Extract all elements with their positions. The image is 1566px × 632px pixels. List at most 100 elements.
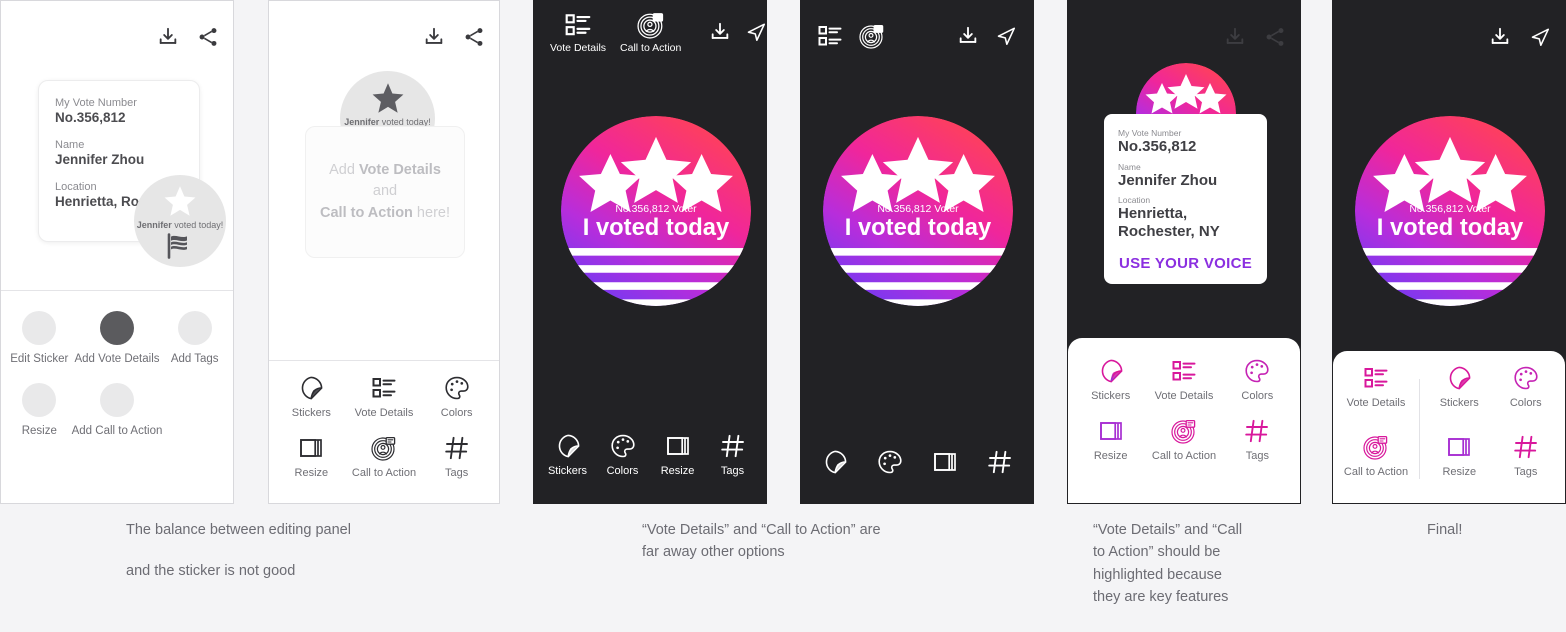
screen6-tool-panel: Vote Details Call to Action Stickers Col… — [1333, 351, 1565, 503]
tool-add-call-to-action[interactable]: Add Call to Action — [72, 383, 162, 437]
vote-details-card: My Vote Number No.356,812 Name Jennifer … — [1104, 114, 1267, 284]
hash-icon — [1244, 418, 1270, 444]
download-icon[interactable] — [1224, 26, 1246, 48]
megaphone-icon — [371, 435, 397, 461]
tool-colors[interactable] — [862, 449, 917, 475]
resize-icon — [1098, 418, 1124, 444]
palette-icon — [877, 449, 903, 475]
tool-resize[interactable]: Resize — [275, 435, 348, 479]
screen5-tool-panel: Stickers Vote Details Colors Resize Call… — [1068, 338, 1300, 503]
tool-tags[interactable]: Tags — [420, 435, 493, 479]
sticker-name: Jennifer — [136, 219, 172, 230]
palette-icon — [1244, 358, 1270, 384]
location-line-1: Henrietta, — [1118, 205, 1188, 223]
tool-label: Colors — [1241, 390, 1274, 402]
resize-icon — [298, 435, 324, 461]
tool-resize[interactable]: Resize — [1426, 434, 1493, 493]
tool-resize[interactable] — [917, 449, 972, 475]
download-icon[interactable] — [1489, 26, 1511, 48]
screen-2-frame: Jennifer voted today! Add Vote Details a… — [268, 0, 500, 504]
tool-vote-details[interactable]: Vote Details — [1337, 365, 1415, 424]
placeholder-sticker[interactable]: Jennifer voted today! — [134, 175, 226, 267]
tool-call-to-action[interactable]: Call to Action — [1337, 434, 1415, 493]
tool-label: Vote Details — [354, 407, 414, 419]
tool-label: Stickers — [1091, 390, 1131, 402]
tool-label: Vote Details — [1346, 397, 1406, 409]
screen1-tool-panel: Edit Sticker Add Vote Details Add Tags R… — [1, 290, 233, 503]
share-icon[interactable] — [1264, 26, 1286, 48]
send-icon[interactable] — [1529, 26, 1551, 48]
sticker-suffix: voted today! — [171, 219, 224, 230]
list-icon[interactable] — [817, 23, 843, 49]
sticker-icon — [555, 433, 581, 459]
caption-line: far away other options — [642, 544, 785, 561]
tool-resize[interactable]: Resize — [7, 383, 72, 437]
megaphone-icon[interactable] — [859, 23, 885, 49]
caption-screen-3: “Vote Details” and “Call to Action” are … — [642, 519, 962, 564]
tool-add-tags[interactable]: Add Tags — [162, 311, 227, 365]
tool-resize[interactable]: Resize — [650, 433, 705, 477]
tool-stickers[interactable]: Stickers — [540, 433, 595, 477]
tool-colors[interactable]: Colors — [1221, 358, 1294, 402]
tool-call-to-action[interactable]: Call to Action — [1147, 418, 1220, 462]
placeholder-line-1: Add Vote Details — [329, 160, 441, 181]
tool-stickers[interactable] — [807, 449, 862, 475]
download-icon[interactable] — [709, 21, 731, 43]
send-icon[interactable] — [745, 21, 767, 43]
screen3-topbar: Vote Details Call to Action — [534, 1, 766, 63]
call-to-action-text[interactable]: USE YOUR VOICE — [1118, 255, 1253, 272]
tool-stickers[interactable]: Stickers — [1074, 358, 1147, 402]
tool-label: Colors — [606, 465, 639, 477]
send-icon[interactable] — [995, 25, 1017, 47]
placeholder-line1-pre: Add — [329, 162, 359, 179]
tool-vote-details[interactable]: Vote Details — [348, 375, 421, 419]
screen-3-frame: Vote Details Call to Action No.356,812 V… — [533, 0, 767, 504]
secondary-tool-group: Stickers Colors Resize Tags — [1420, 365, 1565, 493]
palette-icon — [610, 433, 636, 459]
tool-colors[interactable]: Colors — [1493, 365, 1560, 424]
caption-line: they are key features — [1093, 589, 1229, 606]
tool-colors[interactable]: Colors — [420, 375, 493, 419]
placeholder-line-2: and — [372, 183, 398, 200]
screen-6-frame: No.356,812 Voter I voted today Vote Deta… — [1332, 0, 1566, 504]
tool-add-vote-details[interactable]: Add Vote Details — [72, 311, 163, 365]
caption-line: The balance between editing panel — [126, 522, 351, 538]
tool-stickers[interactable]: Stickers — [275, 375, 348, 419]
voted-sticker[interactable]: No.356,812 Voter I voted today — [823, 116, 1013, 306]
tool-label: Resize — [660, 465, 695, 477]
sticker-icon — [822, 449, 848, 475]
name-label: Name — [1118, 161, 1141, 172]
tool-label: Add Tags — [170, 353, 219, 365]
tool-label: Tags — [1514, 466, 1538, 478]
tool-vote-details[interactable]: Vote Details — [1147, 358, 1220, 402]
flag-icon — [165, 233, 195, 259]
tool-tags[interactable]: Tags — [1221, 418, 1294, 462]
placeholder-sticker-text: Jennifer voted today! — [137, 220, 224, 230]
tool-tags[interactable]: Tags — [1493, 434, 1560, 493]
list-icon — [371, 375, 397, 401]
tool-resize[interactable]: Resize — [1074, 418, 1147, 462]
download-icon[interactable] — [157, 26, 179, 48]
caption-screen-5: “Vote Details” and “Call to Action” shou… — [1093, 519, 1308, 609]
tool-call-to-action[interactable]: Call to Action — [348, 435, 421, 479]
download-icon[interactable] — [957, 25, 979, 47]
tool-colors[interactable]: Colors — [595, 433, 650, 477]
topbar-tool-vote-details[interactable]: Vote Details — [550, 11, 606, 54]
share-icon[interactable] — [197, 26, 219, 48]
hash-icon — [720, 433, 746, 459]
tool-tags[interactable]: Tags — [705, 433, 760, 477]
tool-label: Stickers — [1439, 397, 1479, 409]
tool-edit-sticker[interactable]: Edit Sticker — [7, 311, 72, 365]
tool-stickers[interactable]: Stickers — [1426, 365, 1493, 424]
topbar-tool-call-to-action[interactable]: Call to Action — [620, 11, 681, 54]
screen2-tool-panel: Stickers Vote Details Colors Resize Call… — [269, 360, 499, 503]
screen-5-frame: I voted today My Vote Number No.356,812 … — [1067, 0, 1301, 504]
download-icon[interactable] — [423, 26, 445, 48]
tool-label: Resize — [1093, 450, 1128, 462]
tool-tags[interactable] — [972, 449, 1027, 475]
screen5-tool-grid: Stickers Vote Details Colors Resize Call… — [1068, 338, 1300, 482]
share-icon[interactable] — [463, 26, 485, 48]
voted-sticker[interactable]: No.356,812 Voter I voted today — [1355, 116, 1545, 306]
voted-sticker[interactable]: No.356,812 Voter I voted today — [561, 116, 751, 306]
add-details-placeholder-card[interactable]: Add Vote Details and Call to Action here… — [305, 126, 465, 258]
